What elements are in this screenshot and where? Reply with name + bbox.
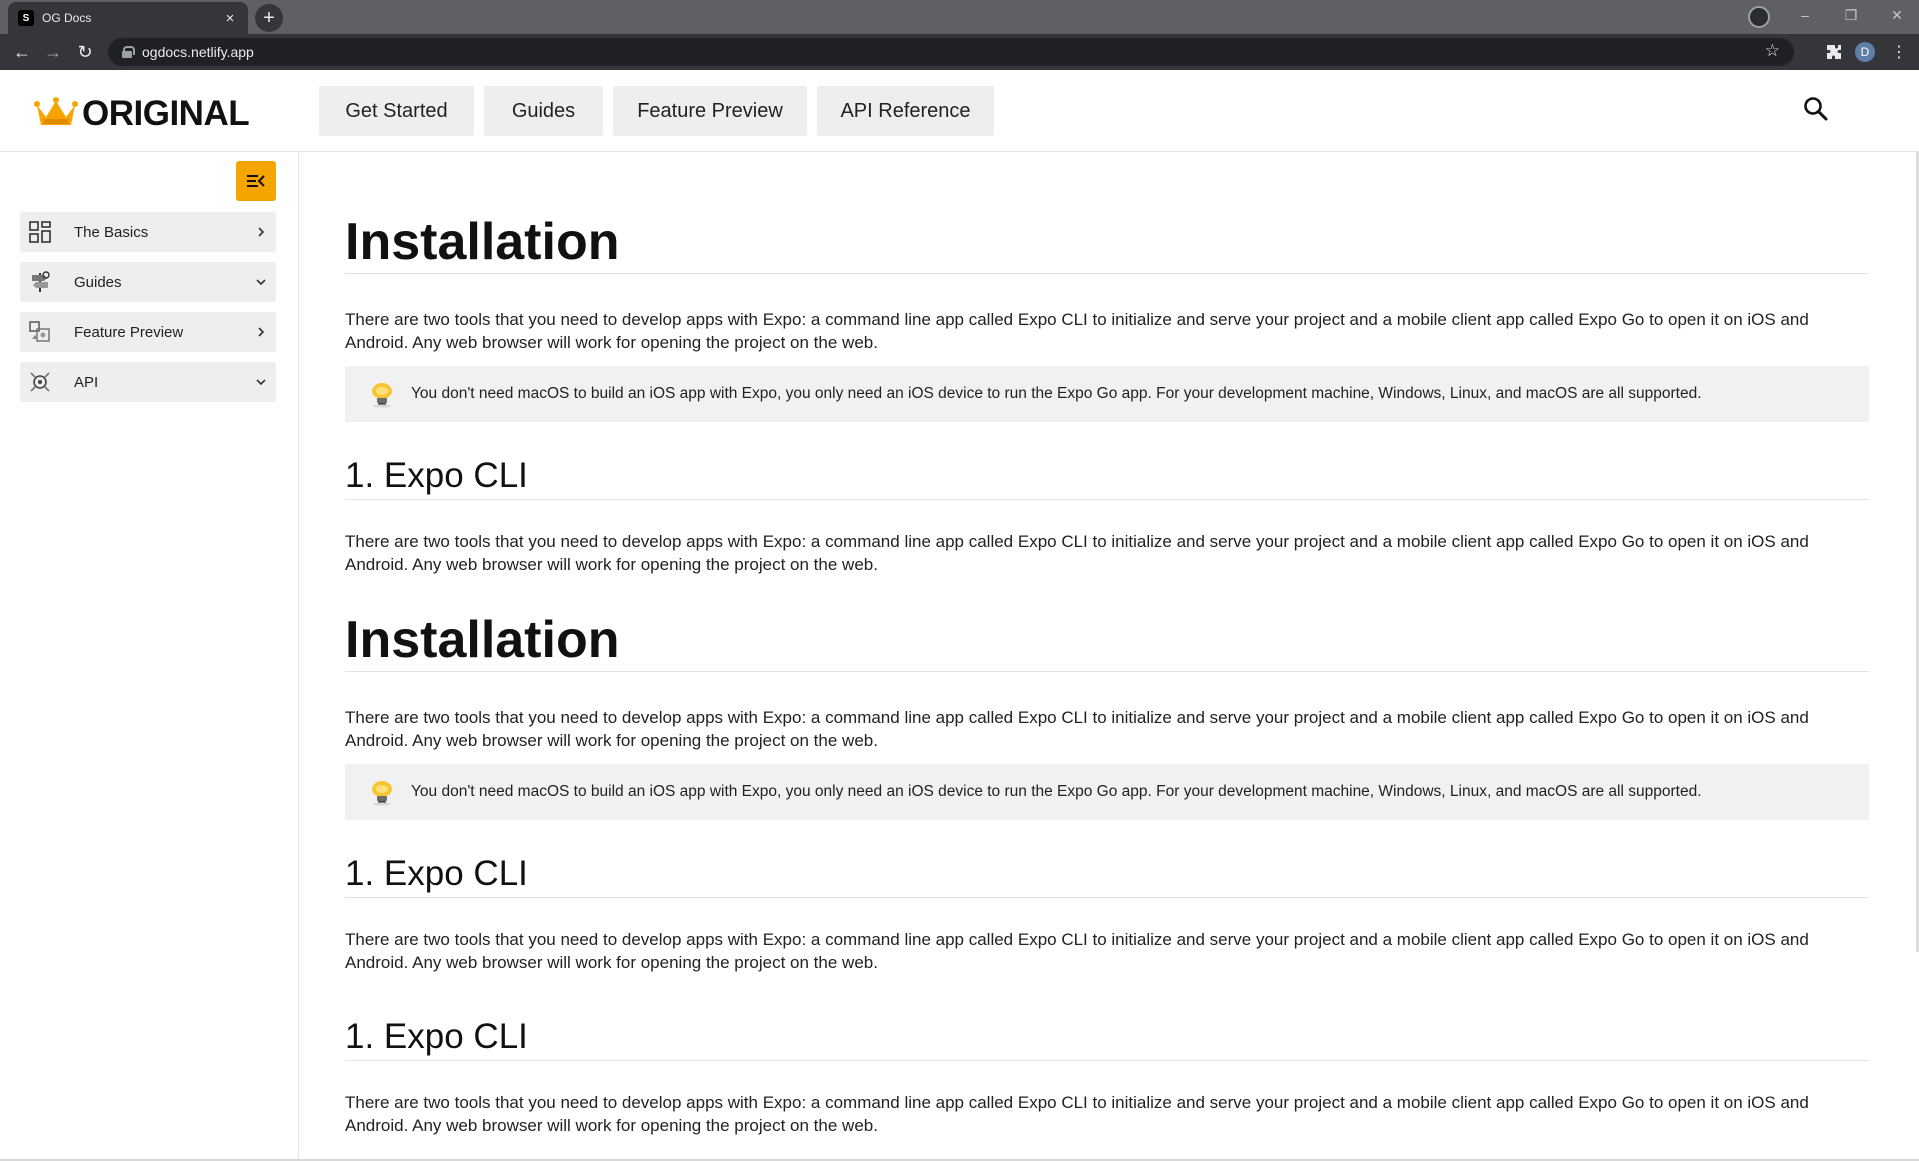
tab-title: OG Docs [42, 11, 92, 25]
heading-divider [345, 273, 1869, 274]
lightbulb-icon [372, 781, 392, 806]
tab-search-icon[interactable] [1748, 6, 1770, 28]
heading-divider [345, 897, 1869, 898]
sidebar-item-api[interactable]: API [20, 362, 276, 402]
nav-guides[interactable]: Guides [484, 86, 603, 136]
sidebar-item-label: Feature Preview [74, 323, 184, 341]
page-heading: Installation [345, 611, 620, 669]
tip-callout: You don't need macOS to build an iOS app… [345, 764, 1869, 820]
nav-get-started[interactable]: Get Started [319, 86, 474, 136]
paragraph: There are two tools that you need to dev… [345, 930, 1809, 972]
extensions-icon[interactable] [1822, 40, 1846, 64]
address-bar[interactable]: ogdocs.netlify.app ☆ [108, 38, 1794, 66]
site-logo[interactable]: ORIGINAL [34, 94, 250, 134]
browser-menu-icon[interactable]: ⋮ [1887, 40, 1911, 64]
browser-toolbar: ← → ↻ ogdocs.netlify.app ☆ D ⋮ [0, 34, 1919, 70]
crown-icon [34, 97, 78, 125]
lock-icon[interactable] [122, 46, 135, 58]
chevron-down-icon[interactable] [246, 277, 276, 287]
new-tab-button[interactable]: + [255, 4, 283, 32]
browser-tab[interactable]: S OG Docs × [8, 2, 248, 34]
restore-button[interactable]: ❐ [1829, 0, 1873, 30]
site-header: ORIGINAL Get Started Guides Feature Prev… [0, 70, 1919, 152]
collapse-sidebar-button[interactable] [236, 161, 276, 201]
section-heading: 1. Expo CLI [345, 456, 528, 495]
tip-callout: You don't need macOS to build an iOS app… [345, 366, 1869, 422]
grid-icon [20, 212, 60, 252]
lightbulb-icon [372, 383, 392, 408]
chevron-down-icon[interactable] [246, 377, 276, 387]
sidebar-item-label: Guides [74, 273, 122, 291]
back-button[interactable]: ← [10, 40, 34, 64]
url-text[interactable]: ogdocs.netlify.app [142, 44, 254, 60]
chevron-right-icon[interactable] [246, 226, 276, 238]
minimize-button[interactable]: – [1783, 0, 1827, 30]
top-navigation: Get Started Guides Feature Preview API R… [319, 86, 1004, 136]
sidebar: The Basics Guides Feature Preview API [0, 152, 299, 1161]
preview-icon [20, 312, 60, 352]
heading-divider [345, 499, 1869, 500]
page-heading: Installation [345, 213, 620, 271]
tip-text: You don't need macOS to build an iOS app… [411, 783, 1702, 800]
sidebar-item-label: API [74, 373, 99, 391]
logo-text: ORIGINAL [82, 94, 250, 133]
signpost-icon [20, 262, 60, 302]
sidebar-item-the-basics[interactable]: The Basics [20, 212, 276, 252]
search-icon[interactable] [1803, 96, 1829, 122]
bookmark-star-icon[interactable]: ☆ [1765, 41, 1780, 61]
sidebar-item-label: The Basics [74, 223, 149, 241]
tab-close-icon[interactable]: × [222, 10, 238, 27]
nav-api-reference[interactable]: API Reference [817, 86, 994, 136]
reload-button[interactable]: ↻ [73, 40, 97, 64]
nav-feature-preview[interactable]: Feature Preview [613, 86, 807, 136]
section-heading: 1. Expo CLI [345, 1017, 528, 1056]
heading-divider [345, 1060, 1869, 1061]
tip-text: You don't need macOS to build an iOS app… [411, 385, 1702, 402]
forward-button[interactable]: → [41, 40, 65, 64]
favicon-icon: S [18, 10, 34, 26]
section-heading: 1. Expo CLI [345, 854, 528, 893]
api-icon [20, 362, 60, 402]
profile-avatar[interactable]: D [1855, 42, 1875, 62]
chevron-right-icon[interactable] [246, 326, 276, 338]
paragraph: There are two tools that you need to dev… [345, 532, 1809, 574]
paragraph: There are two tools that you need to dev… [345, 708, 1809, 750]
close-window-button[interactable]: ✕ [1875, 0, 1919, 30]
main-content: Installation There are two tools that yo… [345, 152, 1869, 1137]
paragraph: There are two tools that you need to dev… [345, 310, 1809, 352]
heading-divider [345, 671, 1869, 672]
paragraph: There are two tools that you need to dev… [345, 1093, 1809, 1135]
collapse-menu-icon [247, 175, 265, 187]
browser-tabstrip: S OG Docs × + – ❐ ✕ [0, 0, 1919, 34]
sidebar-item-feature-preview[interactable]: Feature Preview [20, 312, 276, 352]
sidebar-item-guides[interactable]: Guides [20, 262, 276, 302]
